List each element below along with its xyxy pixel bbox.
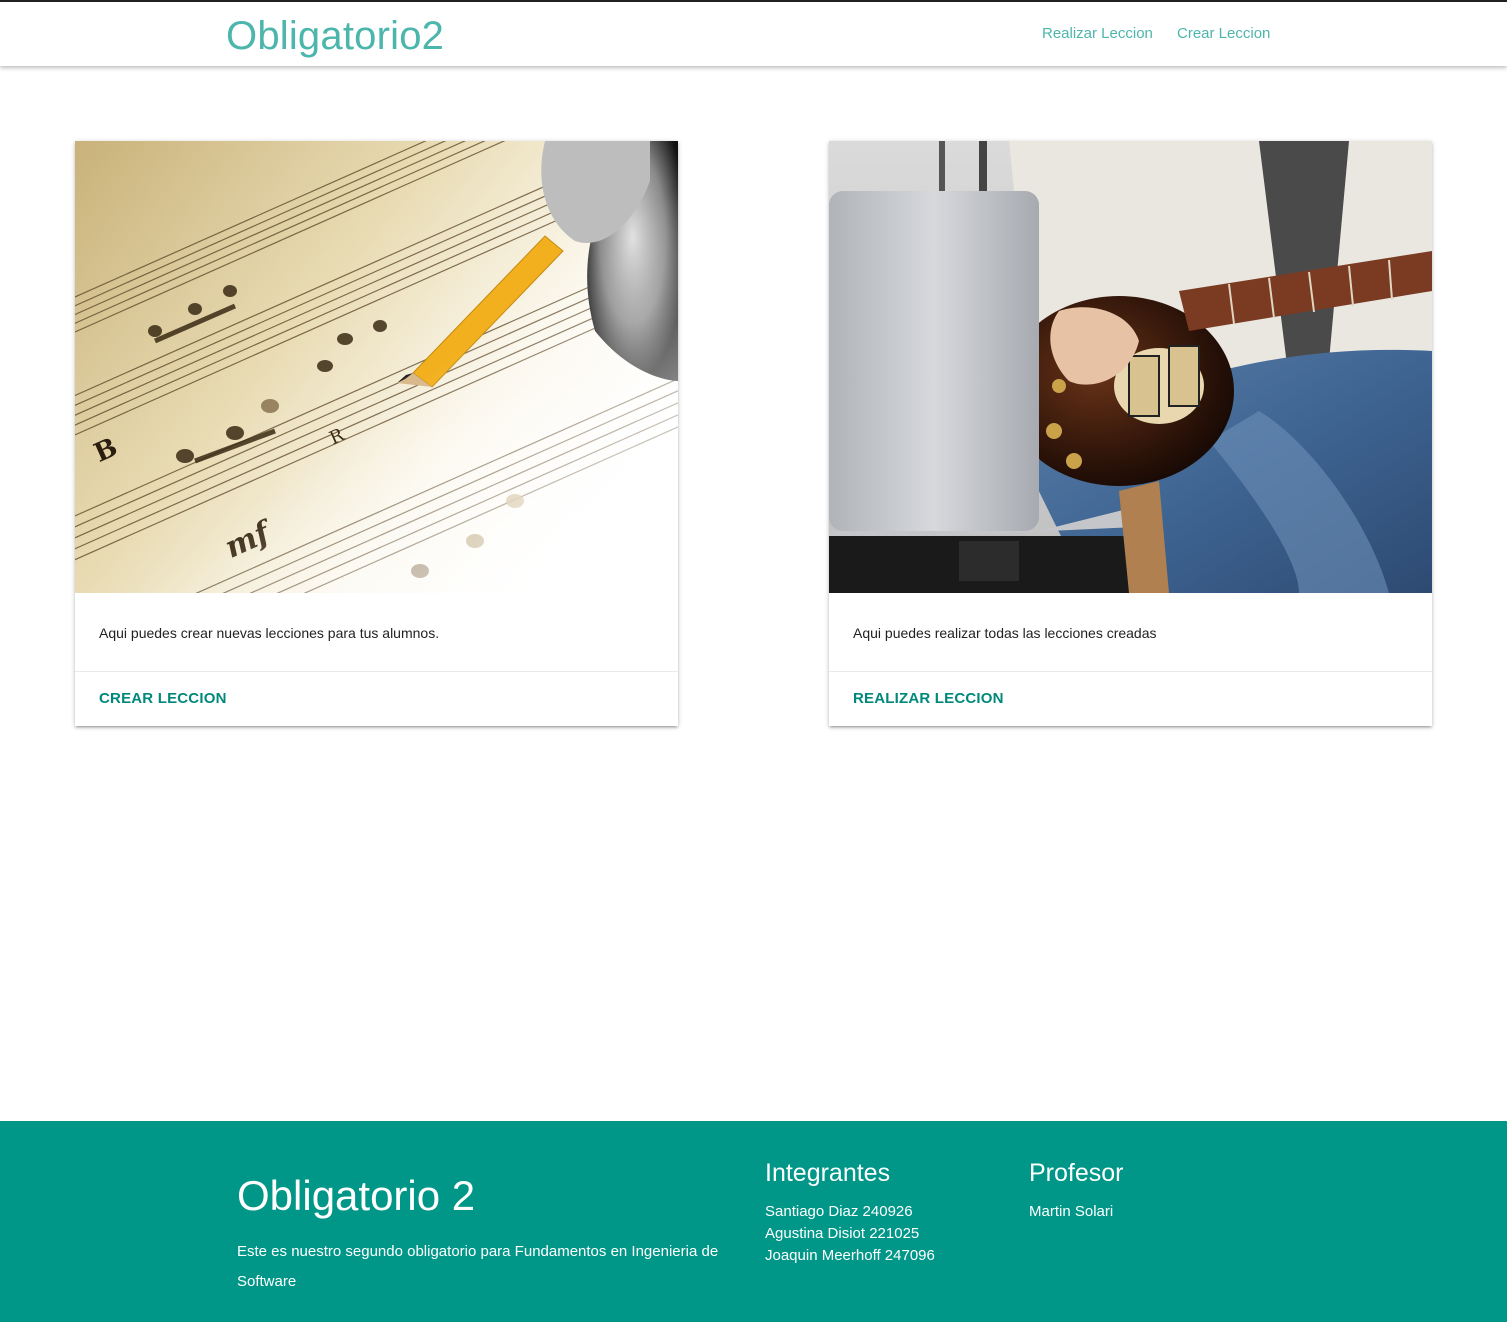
footer: Obligatorio 2 Este es nuestro segundo ob… bbox=[0, 1121, 1507, 1322]
card-action-bar: REALIZAR LECCION bbox=[829, 671, 1432, 727]
list-item: Joaquin Meerhoff 247096 bbox=[765, 1247, 935, 1264]
card-description: Aqui puedes crear nuevas lecciones para … bbox=[99, 625, 440, 641]
nav-link-realizar-leccion[interactable]: Realizar Leccion bbox=[1042, 24, 1153, 44]
realizar-leccion-button[interactable]: REALIZAR LECCION bbox=[853, 690, 1004, 707]
footer-title: Obligatorio 2 bbox=[237, 1172, 476, 1219]
card-realizar-leccion: Aqui puedes realizar todas las lecciones… bbox=[829, 141, 1432, 726]
card-crear-leccion: B mf R Aqui puedes crear nuevas leccione… bbox=[75, 141, 678, 726]
navbar: Obligatorio2 Realizar Leccion Crear Lecc… bbox=[0, 2, 1507, 66]
profesor-name: Martin Solari bbox=[1029, 1203, 1114, 1220]
crear-leccion-button[interactable]: CREAR LECCION bbox=[99, 690, 227, 707]
list-item: Agustina Disiot 221025 bbox=[765, 1225, 920, 1242]
list-item: Santiago Diaz 240926 bbox=[765, 1203, 913, 1220]
card-description: Aqui puedes realizar todas las lecciones… bbox=[853, 625, 1157, 641]
brand-logo[interactable]: Obligatorio2 bbox=[226, 12, 444, 60]
integrantes-heading: Integrantes bbox=[765, 1159, 891, 1187]
profesor-heading: Profesor bbox=[1029, 1159, 1124, 1187]
integrantes-list: Santiago Diaz 240926 Agustina Disiot 221… bbox=[765, 1201, 935, 1267]
guitar-laptop-image bbox=[829, 141, 1432, 593]
card-action-bar: CREAR LECCION bbox=[75, 671, 678, 727]
nav-link-crear-leccion[interactable]: Crear Leccion bbox=[1177, 24, 1270, 44]
footer-description: Este es nuestro segundo obligatorio para… bbox=[237, 1243, 719, 1290]
sheet-music-pencil-image: B mf R bbox=[75, 141, 678, 593]
